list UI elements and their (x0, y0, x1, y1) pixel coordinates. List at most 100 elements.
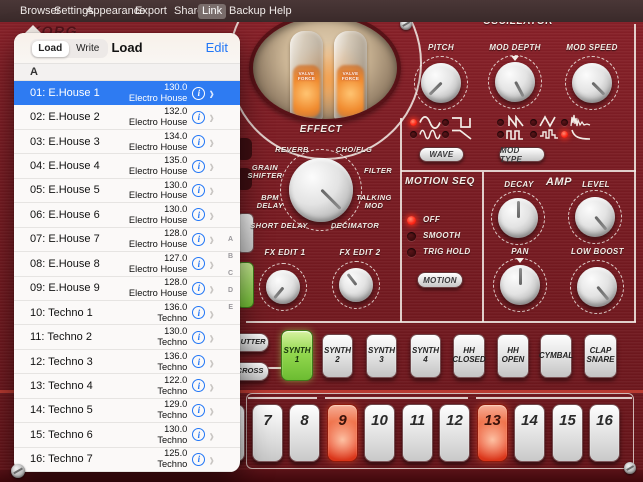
motion-trig-hold-label[interactable]: TRIG HOLD (423, 248, 483, 257)
info-icon[interactable]: i (192, 331, 205, 344)
motion-off-label[interactable]: OFF (423, 216, 483, 225)
index-letter-e[interactable]: E (228, 304, 233, 311)
level-knob[interactable] (575, 197, 615, 237)
low-boost-knob[interactable] (577, 267, 617, 307)
info-icon[interactable]: i (192, 160, 205, 173)
saw-wave-led[interactable] (442, 131, 449, 138)
info-icon[interactable]: i (192, 453, 205, 466)
info-icon[interactable]: i (192, 404, 205, 417)
index-letter-b[interactable]: B (228, 253, 233, 260)
part-button-synth-2[interactable]: SYNTH 2 (322, 334, 353, 378)
info-icon[interactable]: i (192, 233, 205, 246)
step-button-15[interactable]: 15 (552, 404, 583, 462)
part-button-synth-3[interactable]: SYNTH 3 (366, 334, 397, 378)
menu-item-export[interactable]: Export (131, 4, 171, 19)
segment-write[interactable]: Write (69, 41, 107, 57)
part-button-hh-open[interactable]: HH OPEN (497, 334, 529, 378)
pan-knob[interactable] (500, 265, 540, 305)
step-group-line-2 (325, 397, 468, 399)
step-button-12[interactable]: 12 (439, 404, 470, 462)
index-letter-c[interactable]: C (228, 270, 233, 277)
preset-row[interactable]: 04: E.House 4135.0Electro Housei› (14, 154, 240, 178)
info-icon[interactable]: i (192, 135, 205, 148)
preset-row[interactable]: 05: E.House 5130.0Electro Housei› (14, 179, 240, 203)
preset-name: 07: E.House 7 (30, 233, 109, 245)
fx-edit-1-knob[interactable] (266, 270, 300, 304)
preset-bpm: 127.0 (109, 253, 187, 264)
decay-knob[interactable] (498, 198, 538, 238)
saw-pairs-mod-icon (506, 115, 528, 128)
effect-select-knob[interactable] (289, 158, 353, 222)
preset-row[interactable]: 02: E.House 2132.0Electro Housei› (14, 105, 240, 129)
part-button-synth-1[interactable]: SYNTH 1 (281, 330, 313, 381)
saw-pairs-mod-led[interactable] (497, 119, 504, 126)
motion-smooth-led[interactable] (407, 232, 416, 241)
motion-smooth-label[interactable]: SMOOTH (423, 232, 483, 241)
wave-button[interactable]: WAVE (419, 147, 464, 162)
vacuum-tube-left: VALVE FORCE (290, 31, 323, 121)
step-button-8[interactable]: 8 (289, 404, 320, 462)
preset-row[interactable]: 15: Techno 6130.0Technoi› (14, 423, 240, 447)
square-wave-led[interactable] (442, 119, 449, 126)
info-icon[interactable]: i (192, 87, 205, 100)
wave-sine-led[interactable] (410, 119, 417, 126)
mod-speed-knob[interactable] (572, 63, 612, 103)
step-button-13[interactable]: 13 (477, 404, 508, 462)
step-button-14[interactable]: 14 (514, 404, 545, 462)
part-button-clap-snare[interactable]: CLAP SNARE (584, 334, 617, 378)
info-icon[interactable]: i (192, 428, 205, 441)
part-button-hh-closed[interactable]: HH CLOSED (453, 334, 485, 378)
mod-depth-knob[interactable] (495, 62, 535, 102)
index-letter-a[interactable]: A (228, 236, 233, 243)
step-button-7[interactable]: 7 (252, 404, 283, 462)
preset-row[interactable]: 09: E.House 9128.0Electro Housei› (14, 277, 240, 301)
pulse-mod-led[interactable] (497, 131, 504, 138)
info-icon[interactable]: i (192, 257, 205, 270)
preset-row[interactable]: 03: E.House 3134.0Electro Housei› (14, 130, 240, 154)
step-button-9[interactable]: 9 (327, 404, 358, 462)
info-icon[interactable]: i (192, 184, 205, 197)
envelope-mod-led[interactable] (561, 131, 568, 138)
preset-row[interactable]: 16: Techno 7125.0Technoi› (14, 448, 240, 472)
motion-trig-hold-led[interactable] (407, 248, 416, 257)
load-write-segmented-control[interactable]: Load Write (30, 39, 108, 58)
motion-button[interactable]: MOTION (417, 272, 463, 288)
info-icon[interactable]: i (192, 208, 205, 221)
info-icon[interactable]: i (192, 282, 205, 295)
info-icon[interactable]: i (192, 379, 205, 392)
fx-edit-2-knob[interactable] (339, 268, 373, 302)
step-button-10[interactable]: 10 (364, 404, 395, 462)
menu-item-link[interactable]: Link (198, 4, 226, 19)
preset-row[interactable]: 07: E.House 7128.0Electro Housei› (14, 228, 240, 252)
pitch-knob[interactable] (421, 63, 461, 103)
info-icon[interactable]: i (192, 306, 205, 319)
preset-name: 13: Techno 4 (30, 380, 109, 392)
info-icon[interactable]: i (192, 355, 205, 368)
preset-row[interactable]: 01: E.House 1130.0Electro Housei› (14, 81, 240, 105)
noise-mod-led[interactable] (561, 119, 568, 126)
preset-row[interactable]: 10: Techno 1136.0Technoi› (14, 301, 240, 325)
menu-item-backup[interactable]: Backup (225, 4, 270, 19)
chevron-right-icon: › (209, 448, 214, 470)
preset-row[interactable]: 13: Techno 4122.0Technoi› (14, 374, 240, 398)
step-button-16[interactable]: 16 (589, 404, 620, 462)
step-button-11[interactable]: 11 (402, 404, 433, 462)
motion-off-led[interactable] (407, 216, 416, 225)
triangle-mod-led[interactable] (530, 119, 537, 126)
sine-double-wave-led[interactable] (410, 131, 417, 138)
menu-item-help[interactable]: Help (265, 4, 296, 19)
preset-row[interactable]: 06: E.House 6130.0Electro Housei› (14, 203, 240, 227)
part-button-cymbal[interactable]: CYMBAL (540, 334, 572, 378)
mod-type-button[interactable]: MOD TYPE (499, 147, 545, 162)
segment-load[interactable]: Load (32, 41, 70, 57)
preset-row[interactable]: 14: Techno 5129.0Technoi› (14, 399, 240, 423)
preset-row[interactable]: 08: E.House 8127.0Electro Housei› (14, 252, 240, 276)
preset-row[interactable]: 11: Techno 2130.0Technoi› (14, 325, 240, 349)
index-letter-d[interactable]: D (228, 287, 233, 294)
vacuum-tube-window: VALVE FORCE VALVE FORCE (249, 13, 401, 123)
part-button-synth-4[interactable]: SYNTH 4 (410, 334, 441, 378)
preset-row[interactable]: 12: Techno 3136.0Technoi› (14, 350, 240, 374)
info-icon[interactable]: i (192, 111, 205, 124)
edit-button[interactable]: Edit (206, 33, 228, 63)
random-mod-led[interactable] (530, 131, 537, 138)
